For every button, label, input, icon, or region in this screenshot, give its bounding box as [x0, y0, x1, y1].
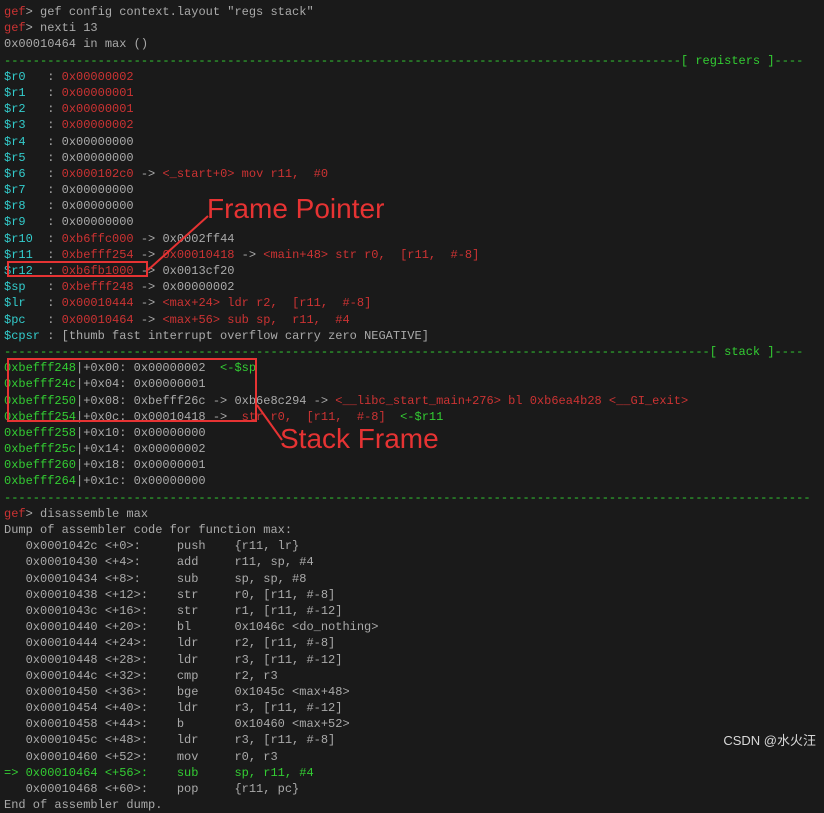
cmd-line-2: gef> nexti 13	[4, 20, 820, 36]
cmd-line-1: gef> gef config context.layout "regs sta…	[4, 4, 820, 20]
sep-stack: ----------------------------------------…	[4, 344, 820, 360]
stack-row: 0xbefff264|+0x1c: 0x00000000	[4, 473, 820, 489]
stack-row: 0xbefff24c|+0x04: 0x00000001	[4, 376, 820, 392]
asm-line: 0x00010430 <+4>: add r11, sp, #4	[4, 554, 820, 570]
watermark: CSDN @水火汪	[723, 732, 816, 750]
asm-line: 0x0001043c <+16>: str r1, [r11, #-12]	[4, 603, 820, 619]
sep-registers: ----------------------------------------…	[4, 53, 820, 69]
reg-r2: $r2 : 0x00000001	[4, 101, 820, 117]
stack-row: 0xbefff248|+0x00: 0x00000002 <-$sp	[4, 360, 820, 376]
reg-r1: $r1 : 0x00000001	[4, 85, 820, 101]
status-line: 0x00010464 in max ()	[4, 36, 820, 52]
reg-pc: $pc : 0x00010464 -> <max+56> sub sp, r11…	[4, 312, 820, 328]
reg-r10: $r10 : 0xb6ffc000 -> 0x0002ff44	[4, 231, 820, 247]
asm-line: 0x00010454 <+40>: ldr r3, [r11, #-12]	[4, 700, 820, 716]
reg-r11: $r11 : 0xbefff254 -> 0x00010418 -> <main…	[4, 247, 820, 263]
asm-line: 0x00010440 <+20>: bl 0x1046c <do_nothing…	[4, 619, 820, 635]
reg-r6: $r6 : 0x000102c0 -> <_start+0> mov r11, …	[4, 166, 820, 182]
asm-line: 0x00010448 <+28>: ldr r3, [r11, #-12]	[4, 652, 820, 668]
stack-row: 0xbefff260|+0x18: 0x00000001	[4, 457, 820, 473]
reg-sp: $sp : 0xbefff248 -> 0x00000002	[4, 279, 820, 295]
reg-r8: $r8 : 0x00000000	[4, 198, 820, 214]
dump-end: End of assembler dump.	[4, 797, 820, 813]
stack-row: 0xbefff250|+0x08: 0xbefff26c -> 0xb6e8c2…	[4, 393, 820, 409]
reg-r5: $r5 : 0x00000000	[4, 150, 820, 166]
cmd-line-3: gef> disassemble max	[4, 506, 820, 522]
stack-row: 0xbefff254|+0x0c: 0x00010418 -> str r0, …	[4, 409, 820, 425]
reg-r9: $r9 : 0x00000000	[4, 214, 820, 230]
asm-line: 0x00010434 <+8>: sub sp, sp, #8	[4, 571, 820, 587]
reg-r0: $r0 : 0x00000002	[4, 69, 820, 85]
reg-r7: $r7 : 0x00000000	[4, 182, 820, 198]
reg-lr: $lr : 0x00010444 -> <max+24> ldr r2, [r1…	[4, 295, 820, 311]
reg-r12: $r12 : 0xb6fb1000 -> 0x0013cf20	[4, 263, 820, 279]
asm-line: 0x00010460 <+52>: mov r0, r3	[4, 749, 820, 765]
asm-line: 0x0001044c <+32>: cmp r2, r3	[4, 668, 820, 684]
stack-row: 0xbefff258|+0x10: 0x00000000	[4, 425, 820, 441]
reg-cpsr: $cpsr : [thumb fast interrupt overflow c…	[4, 328, 820, 344]
asm-line: 0x0001042c <+0>: push {r11, lr}	[4, 538, 820, 554]
asm-line: 0x00010438 <+12>: str r0, [r11, #-8]	[4, 587, 820, 603]
asm-line: 0x00010444 <+24>: ldr r2, [r11, #-8]	[4, 635, 820, 651]
asm-line: 0x00010450 <+36>: bge 0x1045c <max+48>	[4, 684, 820, 700]
reg-r3: $r3 : 0x00000002	[4, 117, 820, 133]
reg-r4: $r4 : 0x00000000	[4, 134, 820, 150]
asm-current-line: => 0x00010464 <+56>: sub sp, r11, #4	[4, 765, 820, 781]
sep-bottom: ----------------------------------------…	[4, 490, 820, 506]
asm-line: 0x00010468 <+60>: pop {r11, pc}	[4, 781, 820, 797]
asm-line: 0x0001045c <+48>: ldr r3, [r11, #-8]	[4, 732, 820, 748]
asm-line: 0x00010458 <+44>: b 0x10460 <max+52>	[4, 716, 820, 732]
stack-row: 0xbefff25c|+0x14: 0x00000002	[4, 441, 820, 457]
dump-header: Dump of assembler code for function max:	[4, 522, 820, 538]
